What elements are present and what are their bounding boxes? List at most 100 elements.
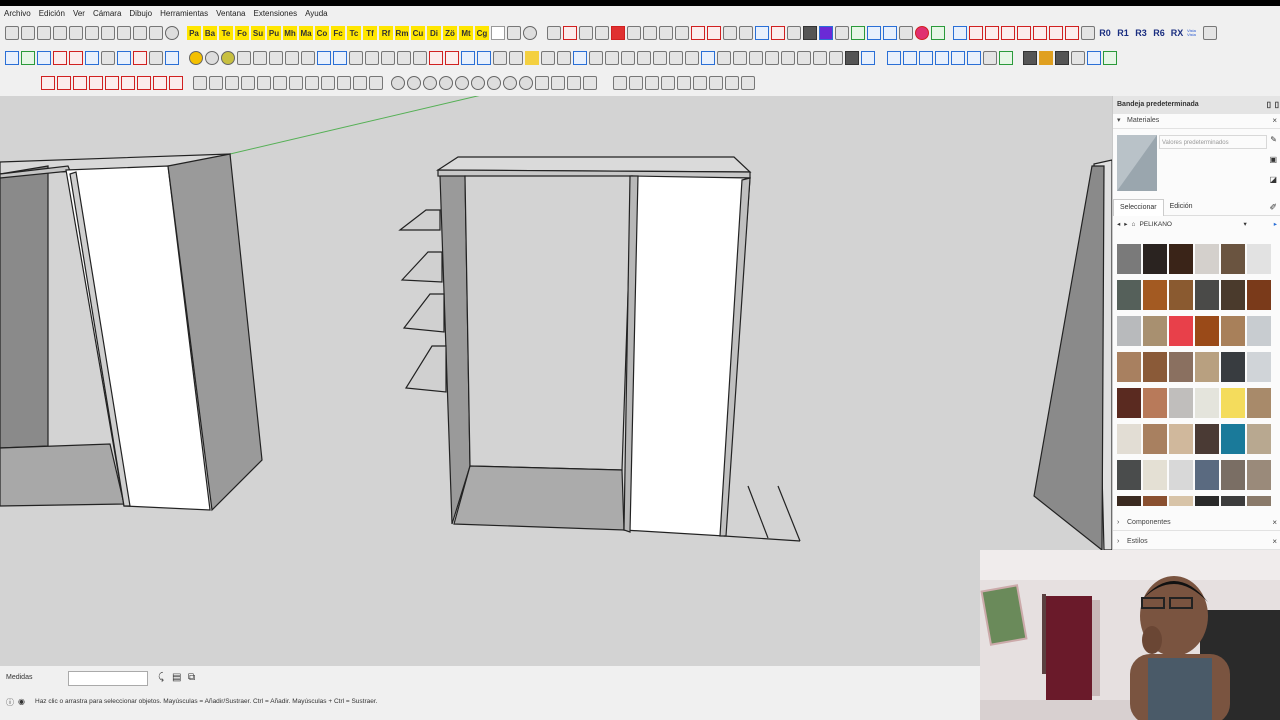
material-swatch[interactable] [1117,280,1141,310]
panel-icon-4[interactable] [1033,26,1047,40]
monitor-icon[interactable] [883,26,897,40]
styles-section-header[interactable]: › Estilos × [1113,535,1280,550]
draw-star-icon[interactable] [121,76,135,90]
camera-pan-icon[interactable] [407,76,421,90]
material-preview[interactable] [1117,135,1157,191]
tool-pen-icon[interactable] [723,26,737,40]
back-arrow-icon[interactable]: ◂ [1117,220,1120,228]
status-tool-icon-3[interactable]: ⧉ [188,672,195,683]
material-name-input[interactable]: Valores predeterminados [1159,135,1267,149]
material-swatch[interactable] [1169,352,1193,382]
material-swatch[interactable] [1221,460,1245,490]
material-swatch[interactable] [1143,244,1167,274]
plugin-d-icon[interactable] [563,26,577,40]
style-xray-icon[interactable] [305,76,319,90]
cutlist-icon-5[interactable] [1087,51,1101,65]
close-x-icon[interactable] [1081,26,1095,40]
close-icon[interactable]: × [1272,535,1277,549]
camera-position-icon[interactable] [487,76,501,90]
frame-icon[interactable] [969,26,983,40]
edge-icon-2[interactable] [903,51,917,65]
axes-icon[interactable] [149,51,163,65]
model-info-icon[interactable] [165,26,179,40]
camera-orbit-icon[interactable] [391,76,405,90]
sandbox-icon-2[interactable] [205,51,219,65]
cut-icon[interactable] [53,26,67,40]
dimension-icon[interactable] [691,26,705,40]
plugin-cu-button[interactable]: Cu [411,26,425,40]
drawer-icon-4[interactable] [477,51,491,65]
material-swatch[interactable] [1117,316,1141,346]
paint-icon[interactable] [595,26,609,40]
open-file-icon[interactable] [21,26,35,40]
draw-triangle-icon[interactable] [89,76,103,90]
material-swatch[interactable] [1247,280,1271,310]
material-swatch[interactable] [1117,352,1141,382]
style-shaded-icon[interactable] [369,76,383,90]
extension-icon[interactable] [819,26,833,40]
view-icon[interactable] [867,26,881,40]
tab-select[interactable]: Seleccionar [1113,198,1164,216]
text-tool-icon[interactable] [491,26,505,40]
material-swatch[interactable] [1143,388,1167,418]
drawer-icon-3[interactable] [461,51,475,65]
sandbox-icon-1[interactable] [189,51,203,65]
board-icon-12[interactable] [717,51,731,65]
menu-ventana[interactable]: Ventana [212,9,249,18]
solid-intersect-icon[interactable] [629,76,643,90]
solid-subtract-icon[interactable] [645,76,659,90]
wall-icon-2[interactable] [253,51,267,65]
material-swatch[interactable] [1195,280,1219,310]
style-back-edges-icon[interactable] [321,76,335,90]
solid-outer-icon[interactable] [693,76,707,90]
info-icon[interactable]: ⓘ [6,697,14,708]
solid-shell-icon[interactable] [709,76,723,90]
edge-icon-4[interactable] [935,51,949,65]
material-swatch[interactable] [1221,496,1245,506]
cabinet-icon-4[interactable] [365,51,379,65]
menu-herramientas[interactable]: Herramientas [156,9,212,18]
chevron-down-icon[interactable]: ▾ [1243,220,1246,228]
drawer-icon-5[interactable] [493,51,507,65]
menu-ayuda[interactable]: Ayuda [301,9,332,18]
material-swatch[interactable] [1221,424,1245,454]
draw-loop-icon[interactable] [137,76,151,90]
material-swatch[interactable] [1143,352,1167,382]
circle-tool-icon[interactable] [755,26,769,40]
board-icon-9[interactable] [669,51,683,65]
offset-icon[interactable] [69,51,83,65]
wall-icon-4[interactable] [285,51,299,65]
view-top-icon[interactable] [225,76,239,90]
edge-icon-5[interactable] [951,51,965,65]
material-swatch[interactable] [1143,280,1167,310]
material-swatch[interactable] [1195,316,1219,346]
board-icon-4[interactable] [589,51,603,65]
edge-icon-6[interactable] [967,51,981,65]
protractor-icon[interactable] [117,51,131,65]
plugin-co-button[interactable]: Co [315,26,329,40]
rotate-r6-button[interactable]: R6 [1151,26,1167,40]
materials-section-header[interactable]: ▾ Materiales × [1113,114,1280,129]
details-icon[interactable]: ▸ [1274,220,1277,228]
material-swatch[interactable] [1117,460,1141,490]
new-file-icon[interactable] [5,26,19,40]
eraser-icon[interactable] [21,51,35,65]
material-swatch[interactable] [1247,496,1271,506]
pin-icon[interactable] [835,26,849,40]
board-icon-15[interactable] [765,51,779,65]
material-swatch[interactable] [1221,316,1245,346]
close-icon[interactable]: × [1272,114,1277,128]
copy-icon[interactable] [69,26,83,40]
solid-extra-icon[interactable] [741,76,755,90]
material-swatch[interactable] [1169,280,1193,310]
redo-icon[interactable] [133,26,147,40]
layer-icon[interactable] [851,26,865,40]
material-swatch[interactable] [1247,316,1271,346]
view-home-icon[interactable] [193,76,207,90]
material-swatch[interactable] [1195,460,1219,490]
board-icon-6[interactable] [621,51,635,65]
menu-archivo[interactable]: Archivo [0,9,35,18]
camera-clear-icon[interactable] [583,76,597,90]
plugin-cg-button[interactable]: Cg [475,26,489,40]
cutlist-icon-2[interactable] [1039,51,1053,65]
